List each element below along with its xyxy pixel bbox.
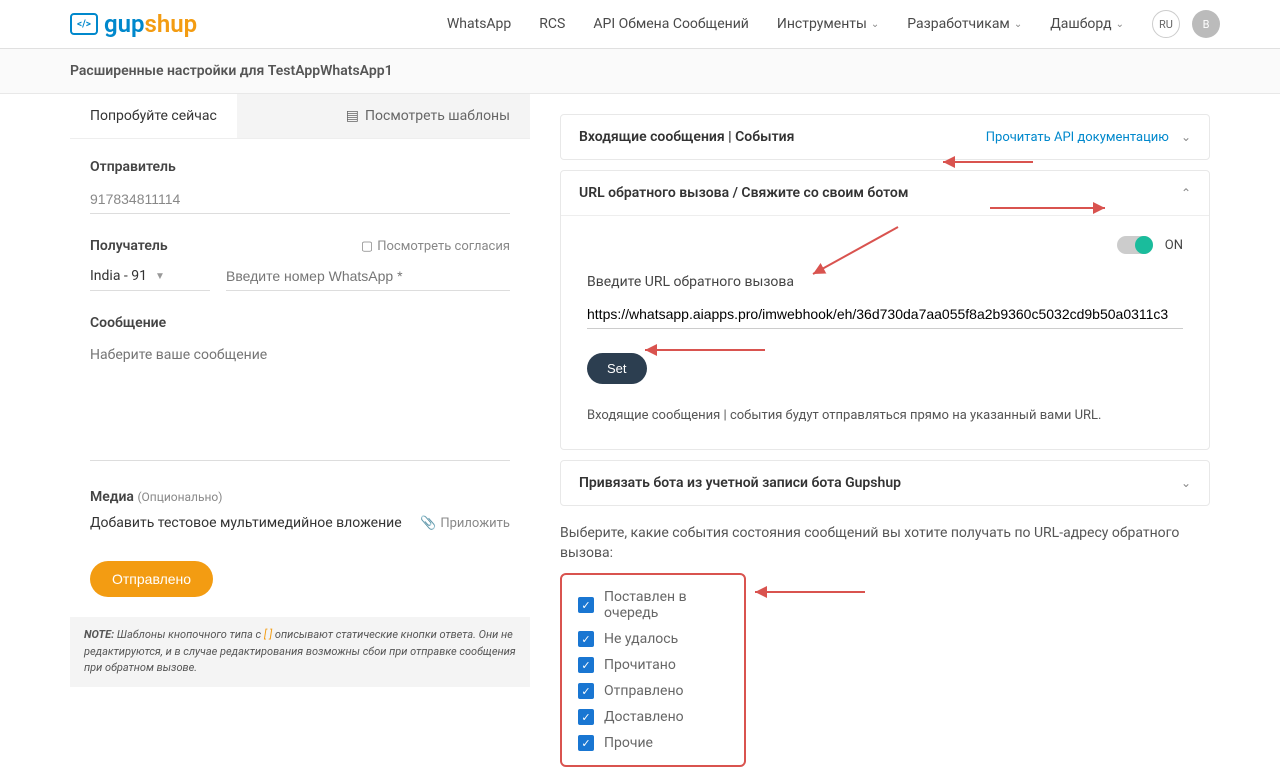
toggle-knob	[1135, 236, 1153, 254]
chevron-down-icon: ▼	[155, 271, 165, 282]
event-failed[interactable]: ✓Не удалось	[578, 631, 728, 647]
checkbox-icon: ✓	[578, 597, 594, 613]
callback-info: Входящие сообщения | события будут отпра…	[587, 408, 1183, 423]
attach-button[interactable]: 📎 Приложить	[420, 516, 510, 531]
country-select[interactable]: India - 91 ▼	[90, 262, 210, 291]
logo-icon: </>	[70, 13, 98, 35]
chevron-down-icon: ⌄	[871, 19, 879, 30]
note: NOTE: Шаблоны кнопочного типа с [ ] опис…	[70, 617, 530, 687]
event-queued[interactable]: ✓Поставлен в очередь	[578, 589, 728, 621]
sender-input[interactable]	[90, 185, 510, 214]
api-docs-link[interactable]: Прочитать API документацию	[986, 130, 1169, 145]
message-label: Сообщение	[90, 315, 510, 331]
tab-view-templates[interactable]: ▤ Посмотреть шаблоны	[326, 94, 530, 138]
logo-text: gupshup	[104, 10, 197, 38]
tabs: Попробуйте сейчас ▤ Посмотреть шаблоны	[70, 94, 530, 138]
media-add-text: Добавить тестовое мультимедийное вложени…	[90, 515, 402, 531]
checkbox-icon: ✓	[578, 709, 594, 725]
chevron-down-icon: ⌄	[1181, 130, 1191, 144]
recipient-input[interactable]	[226, 262, 510, 291]
chevron-down-icon: ⌄	[1116, 19, 1124, 30]
sender-label: Отправитель	[90, 159, 510, 175]
event-read[interactable]: ✓Прочитано	[578, 657, 728, 673]
event-other[interactable]: ✓Прочие	[578, 735, 728, 751]
nav-whatsapp[interactable]: WhatsApp	[447, 16, 511, 32]
recipient-label: Получатель	[90, 238, 168, 254]
set-button[interactable]: Set	[587, 353, 647, 384]
nav-dashboard[interactable]: Дашборд⌄	[1050, 16, 1124, 32]
view-consents-button[interactable]: ▢ Посмотреть согласия	[361, 239, 510, 254]
logo[interactable]: </> gupshup	[70, 10, 197, 38]
event-delivered[interactable]: ✓Доставлено	[578, 709, 728, 725]
accordion-link-bot-header[interactable]: Привязать бота из учетной записи бота Gu…	[561, 461, 1209, 505]
page-title: Расширенные настройки для TestAppWhatsAp…	[0, 49, 1280, 94]
checkbox-icon: ✓	[578, 657, 594, 673]
callback-toggle[interactable]	[1117, 236, 1153, 254]
nav: WhatsApp RCS API Обмена Сообщений Инстру…	[447, 10, 1220, 38]
chevron-down-icon: ⌄	[1181, 476, 1191, 490]
checkbox-icon: ✓	[578, 735, 594, 751]
nav-tools[interactable]: Инструменты⌄	[777, 16, 879, 32]
toggle-label: ON	[1165, 238, 1183, 253]
paperclip-icon: 📎	[420, 516, 436, 531]
media-optional: (Опционально)	[137, 490, 222, 504]
annotation-arrow	[750, 582, 870, 602]
event-sent[interactable]: ✓Отправлено	[578, 683, 728, 699]
accordion-inbound-header[interactable]: Входящие сообщения | События Прочитать A…	[561, 115, 1209, 159]
header: </> gupshup WhatsApp RCS API Обмена Сооб…	[0, 0, 1280, 49]
send-button[interactable]: Отправлено	[90, 561, 213, 597]
accordion-inbound: Входящие сообщения | События Прочитать A…	[560, 114, 1210, 160]
accordion-link-bot: Привязать бота из учетной записи бота Gu…	[560, 460, 1210, 506]
chevron-up-icon: ⌃	[1181, 186, 1191, 200]
avatar[interactable]: B	[1192, 10, 1220, 38]
callback-hint: Введите URL обратного вызова	[587, 274, 1183, 290]
nav-developers[interactable]: Разработчикам⌄	[907, 16, 1022, 32]
chevron-down-icon: ⌄	[1014, 19, 1022, 30]
nav-api[interactable]: API Обмена Сообщений	[593, 16, 749, 32]
template-icon: ▤	[346, 108, 359, 124]
callback-url-input[interactable]	[587, 300, 1183, 329]
checkbox-icon: ✓	[578, 631, 594, 647]
tab-try-now[interactable]: Попробуйте сейчас	[70, 94, 237, 138]
checkbox-icon: ✓	[578, 683, 594, 699]
media-label: Медиа	[90, 489, 134, 505]
accordion-callback: URL обратного вызова / Свяжите со своим …	[560, 170, 1210, 450]
message-textarea[interactable]	[90, 341, 510, 461]
lang-button[interactable]: RU	[1152, 10, 1180, 38]
left-panel: Попробуйте сейчас ▤ Посмотреть шаблоны О…	[70, 94, 530, 767]
right-panel: Входящие сообщения | События Прочитать A…	[560, 94, 1210, 767]
nav-rcs[interactable]: RCS	[539, 16, 565, 32]
consent-icon: ▢	[361, 239, 373, 254]
events-box: ✓Поставлен в очередь ✓Не удалось ✓Прочит…	[560, 573, 746, 767]
accordion-callback-header[interactable]: URL обратного вызова / Свяжите со своим …	[561, 171, 1209, 215]
events-label: Выберите, какие события состояния сообще…	[560, 524, 1210, 563]
